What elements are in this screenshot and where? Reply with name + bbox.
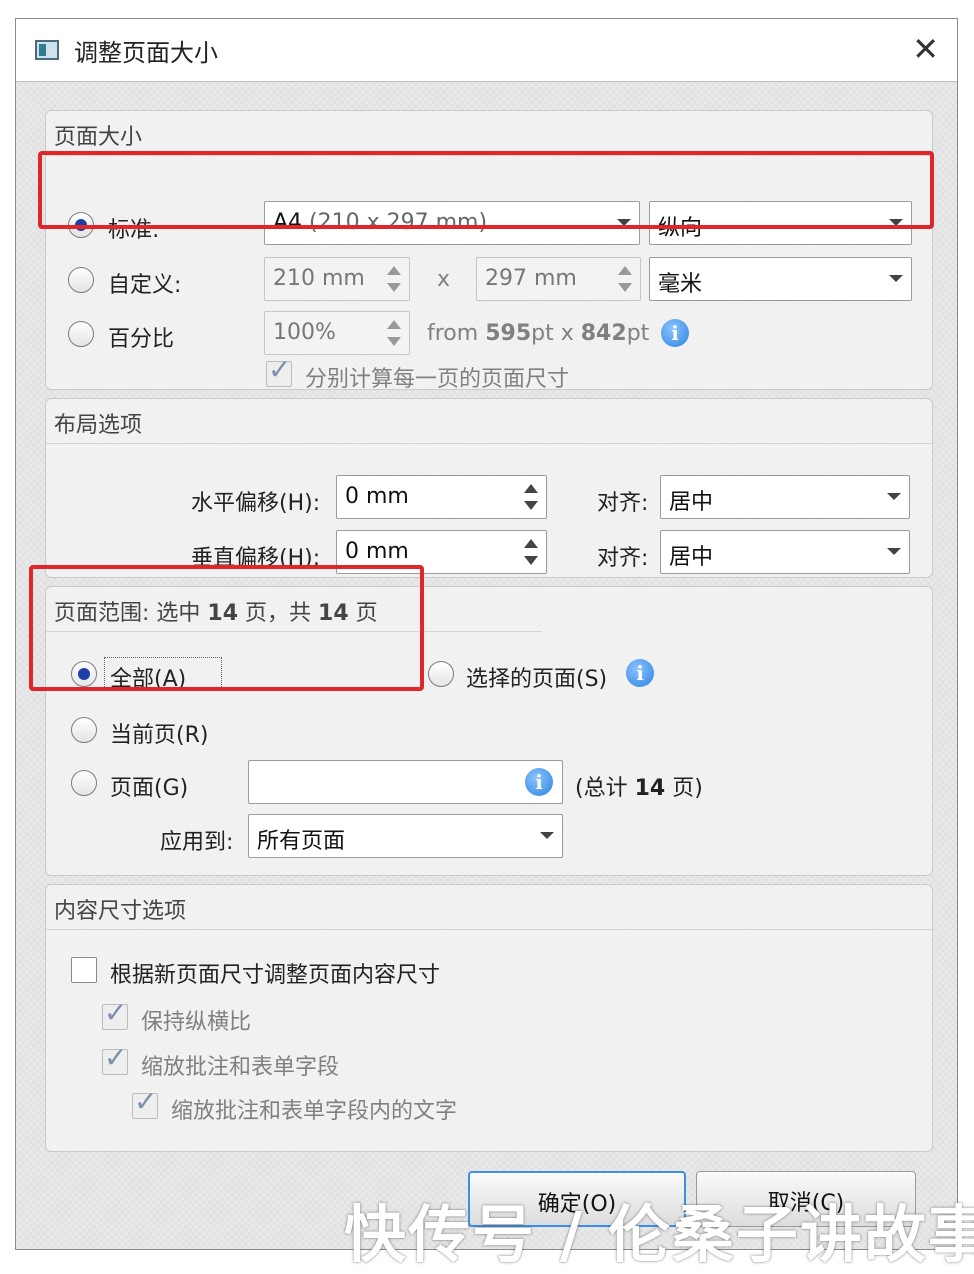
spinner-icon (618, 264, 632, 294)
custom-label: 自定义: (108, 273, 182, 298)
dropdown-arrow-icon (887, 548, 901, 555)
resize-content-checkbox[interactable] (71, 957, 97, 983)
dialog-title: 调整页面大小 (74, 39, 218, 67)
content-size-title: 内容尺寸选项 (54, 899, 187, 924)
pages-input[interactable]: i (248, 760, 563, 804)
h-offset-value: 0 mm (345, 484, 409, 509)
times-sign: x (437, 267, 451, 292)
pages-label: 页面(G) (110, 776, 189, 801)
checkmark-icon: ✓ (104, 996, 128, 1029)
dropdown-arrow-icon (889, 219, 903, 226)
current-page-label: 当前页(R) (110, 723, 209, 748)
keep-ratio-checkbox[interactable]: ✓ (102, 997, 128, 1030)
info-icon[interactable]: i (525, 768, 553, 796)
custom-width-value: 210 mm (273, 266, 365, 291)
orientation-value: 纵向 (658, 216, 703, 241)
v-align-dropdown[interactable]: 居中 (660, 530, 910, 574)
apply-to-dropdown[interactable]: 所有页面 (248, 814, 563, 858)
standard-size-main: A4 (273, 210, 303, 235)
custom-height-value: 297 mm (485, 266, 577, 291)
dropdown-arrow-icon (617, 219, 631, 226)
keep-ratio-label: 保持纵横比 (141, 1010, 252, 1035)
h-align-label: 对齐: (597, 491, 649, 516)
orientation-dropdown[interactable]: 纵向 (649, 201, 912, 245)
scale-text-label: 缩放批注和表单字段内的文字 (171, 1099, 458, 1124)
info-icon[interactable]: i (661, 319, 689, 347)
apply-to-label: 应用到: (160, 830, 234, 855)
standard-radio[interactable] (68, 212, 94, 238)
per-page-checkbox[interactable]: ✓ (266, 354, 292, 387)
checkmark-icon: ✓ (104, 1041, 128, 1074)
spinner-icon (387, 264, 401, 294)
selected-pages-label: 选择的页面(S) (466, 667, 608, 692)
scale-fields-checkbox[interactable]: ✓ (102, 1042, 128, 1075)
watermark-text: 快传号 / 伦桑子讲故事 (344, 1198, 974, 1271)
layout-group: 布局选项 水平偏移(H): 0 mm 对齐: 居中 垂直偏移(H): 0 mm … (45, 398, 933, 578)
v-align-label: 对齐: (597, 546, 649, 571)
spinner-icon (524, 537, 538, 567)
spinner-icon (387, 318, 401, 348)
page-size-group-title: 页面大小 (54, 125, 143, 150)
v-align-value: 居中 (669, 545, 714, 570)
h-align-dropdown[interactable]: 居中 (660, 475, 910, 519)
standard-label: 标准: (108, 218, 160, 243)
total-pages-text: (总计 14 页) (575, 776, 703, 801)
checkmark-icon: ✓ (268, 353, 292, 386)
dropdown-arrow-icon (540, 832, 554, 839)
page-range-group: 页面范围: 选中 14 页，共 14 页 全部(A) 选择的页面(S) i 当前… (45, 586, 933, 876)
resize-content-label: 根据新页面尺寸调整页面内容尺寸 (110, 963, 441, 988)
custom-height-stepper[interactable]: 297 mm (476, 257, 641, 301)
h-align-value: 居中 (669, 490, 714, 515)
info-icon[interactable]: i (626, 659, 654, 687)
custom-radio[interactable] (68, 267, 94, 293)
scale-fields-label: 缩放批注和表单字段 (141, 1055, 340, 1080)
apply-to-value: 所有页面 (257, 829, 346, 854)
page-size-group: 页面大小 标准: A4 (210 x 297 mm) 纵向 自定义: 210 m… (45, 110, 933, 392)
percent-from-text: from 595pt x 842pt (427, 321, 650, 346)
spinner-icon (524, 482, 538, 512)
v-offset-stepper[interactable]: 0 mm (336, 530, 547, 574)
title-bar: 调整页面大小 ✕ (16, 19, 957, 82)
percent-radio[interactable] (68, 321, 94, 347)
percent-stepper[interactable]: 100% (264, 311, 410, 355)
v-offset-label: 垂直偏移(H): (191, 546, 321, 571)
standard-size-detail: (210 x 297 mm) (309, 210, 488, 235)
page-range-title: 页面范围: 选中 14 页，共 14 页 (54, 601, 378, 626)
dialog-body: 页面大小 标准: A4 (210 x 297 mm) 纵向 自定义: 210 m… (16, 82, 957, 1249)
resize-page-dialog: 调整页面大小 ✕ 页面大小 标准: A4 (210 x 297 mm) 纵向 自… (15, 18, 958, 1250)
content-size-group: 内容尺寸选项 根据新页面尺寸调整页面内容尺寸 ✓ 保持纵横比 ✓ 缩放批注和表单… (45, 884, 933, 1152)
h-offset-label: 水平偏移(H): (191, 491, 321, 516)
all-pages-radio[interactable] (71, 661, 97, 687)
percent-value: 100% (273, 320, 336, 345)
pages-radio[interactable] (71, 770, 97, 796)
standard-size-dropdown[interactable]: A4 (210 x 297 mm) (264, 201, 640, 245)
current-page-radio[interactable] (71, 717, 97, 743)
app-icon (35, 40, 59, 60)
dropdown-arrow-icon (889, 275, 903, 282)
unit-dropdown[interactable]: 毫米 (649, 257, 912, 301)
all-pages-label: 全部(A) (110, 667, 187, 692)
per-page-label: 分别计算每一页的页面尺寸 (305, 367, 570, 392)
custom-width-stepper[interactable]: 210 mm (264, 257, 410, 301)
close-icon[interactable]: ✕ (912, 29, 939, 69)
v-offset-value: 0 mm (345, 539, 409, 564)
dropdown-arrow-icon (887, 493, 901, 500)
selected-pages-radio[interactable] (428, 661, 454, 687)
scale-text-checkbox[interactable]: ✓ (132, 1086, 158, 1119)
checkmark-icon: ✓ (134, 1085, 158, 1118)
percent-label: 百分比 (108, 327, 175, 352)
layout-group-title: 布局选项 (54, 413, 143, 438)
unit-value: 毫米 (658, 272, 703, 297)
h-offset-stepper[interactable]: 0 mm (336, 475, 547, 519)
